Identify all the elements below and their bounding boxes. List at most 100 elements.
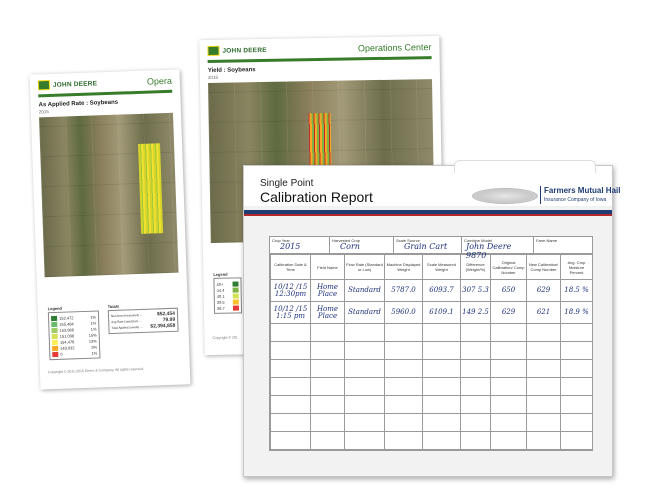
table-cell[interactable]: Home Place (310, 279, 345, 302)
table-cell[interactable]: 18.9 % (560, 301, 593, 324)
table-cell[interactable] (344, 377, 385, 396)
totals-box: Totals Net Area (measured) ... $52,454 Av… (108, 302, 179, 335)
table-cell[interactable] (526, 341, 561, 360)
table-cell[interactable] (310, 341, 345, 360)
table-header-row: Calibration Date & Time Field Name Flow … (270, 254, 593, 280)
operations-center-title: Operations Center (357, 42, 432, 54)
table-cell[interactable]: Home Place (310, 301, 345, 324)
table-cell[interactable] (460, 431, 491, 450)
table-cell[interactable] (526, 377, 561, 396)
legend: Legend 40+ 44.4 40.1 39.5 36.7 (213, 271, 243, 314)
table-cell[interactable] (422, 359, 461, 378)
table-row-empty (270, 323, 593, 342)
table-cell[interactable] (422, 395, 461, 414)
table-cell[interactable] (560, 413, 593, 432)
table-cell[interactable]: Standard (344, 301, 385, 324)
table-cell[interactable] (460, 377, 491, 396)
table-cell[interactable] (460, 413, 491, 432)
table-cell[interactable]: 621 (526, 301, 561, 324)
col-header: Scale Measured Weight (422, 254, 461, 280)
table-cell[interactable]: Standard (344, 279, 385, 302)
table-row-empty (270, 395, 593, 414)
table-cell[interactable]: 10/12 /15 1:15 pm (270, 301, 311, 324)
table-cell[interactable] (384, 341, 423, 360)
table-cell[interactable] (526, 431, 561, 450)
table-cell[interactable] (344, 341, 385, 360)
harvested-crop-field[interactable]: Harvested Crop Corn (330, 237, 394, 253)
table-cell[interactable] (344, 431, 385, 450)
table-cell[interactable] (422, 341, 461, 360)
table-cell[interactable] (526, 395, 561, 414)
table-cell[interactable] (270, 359, 311, 378)
table-cell[interactable] (422, 323, 461, 342)
table-cell[interactable] (310, 395, 345, 414)
table-cell[interactable] (460, 341, 491, 360)
table-cell[interactable]: 18.5 % (560, 279, 593, 302)
table-cell[interactable] (344, 395, 385, 414)
table-cell[interactable] (490, 431, 527, 450)
table-cell[interactable] (384, 323, 423, 342)
table-row: 10/12 /15 12:30pm Home Place Standard 57… (270, 279, 593, 302)
table-cell[interactable] (526, 323, 561, 342)
table-row-empty (270, 359, 593, 378)
table-cell[interactable]: 5787.0 (384, 279, 423, 302)
table-cell[interactable] (422, 431, 461, 450)
table-cell[interactable] (270, 413, 311, 432)
table-cell[interactable] (344, 413, 385, 432)
table-cell[interactable]: 149 2.5 (460, 301, 491, 324)
table-cell[interactable] (310, 359, 345, 378)
table-cell[interactable] (490, 395, 527, 414)
table-cell[interactable] (422, 413, 461, 432)
scale-source-field[interactable]: Scale Source Grain Cart (394, 237, 462, 253)
table-cell[interactable] (422, 377, 461, 396)
table-cell[interactable] (384, 377, 423, 396)
table-cell[interactable]: 650 (490, 279, 527, 302)
table-cell[interactable] (560, 323, 593, 342)
table-cell[interactable] (490, 359, 527, 378)
table-cell[interactable] (310, 377, 345, 396)
table-cell[interactable] (560, 377, 593, 396)
table-cell[interactable]: 5960.0 (384, 301, 423, 324)
table-cell[interactable] (384, 413, 423, 432)
table-cell[interactable]: 307 5.3 (460, 279, 491, 302)
combine-model-field[interactable]: Combine Model John Deere 9870 (462, 237, 534, 260)
calibration-table: Calibration Date & Time Field Name Flow … (270, 254, 593, 450)
john-deere-logo: JOHN DEERE (207, 45, 267, 56)
table-cell[interactable] (460, 395, 491, 414)
table-cell[interactable] (270, 377, 311, 396)
table-cell[interactable]: 629 (526, 279, 561, 302)
table-cell[interactable] (460, 359, 491, 378)
table-cell[interactable] (490, 377, 527, 396)
table-cell[interactable]: 629 (490, 301, 527, 324)
table-cell[interactable] (384, 431, 423, 450)
table-cell[interactable] (344, 359, 385, 378)
table-cell[interactable] (270, 323, 311, 342)
table-cell[interactable] (460, 323, 491, 342)
table-cell[interactable] (270, 431, 311, 450)
table-cell[interactable] (490, 323, 527, 342)
table-cell[interactable] (526, 359, 561, 378)
table-cell[interactable] (490, 413, 527, 432)
table-cell[interactable] (310, 323, 345, 342)
table-cell[interactable]: 6093.7 (422, 279, 461, 302)
table-cell[interactable] (526, 413, 561, 432)
table-cell[interactable] (384, 359, 423, 378)
table-row-empty (270, 341, 593, 360)
table-cell[interactable] (560, 341, 593, 360)
table-cell[interactable] (310, 413, 345, 432)
table-cell[interactable] (270, 395, 311, 414)
table-cell[interactable] (384, 395, 423, 414)
table-cell[interactable] (560, 431, 593, 450)
table-cell[interactable]: 10/12 /15 12:30pm (270, 279, 311, 302)
table-cell[interactable] (490, 341, 527, 360)
farm-name-field[interactable]: Farm Name (534, 237, 592, 253)
table-cell[interactable]: 6109.1 (422, 301, 461, 324)
table-cell[interactable] (560, 395, 593, 414)
table-cell[interactable] (560, 359, 593, 378)
table-cell[interactable] (344, 323, 385, 342)
crop-year-field[interactable]: Crop Year 2015 (270, 237, 330, 253)
col-header: Field Name (310, 254, 345, 280)
report-header: Single Point Calibration Report Farmers … (244, 160, 620, 206)
table-cell[interactable] (310, 431, 345, 450)
table-cell[interactable] (270, 341, 311, 360)
